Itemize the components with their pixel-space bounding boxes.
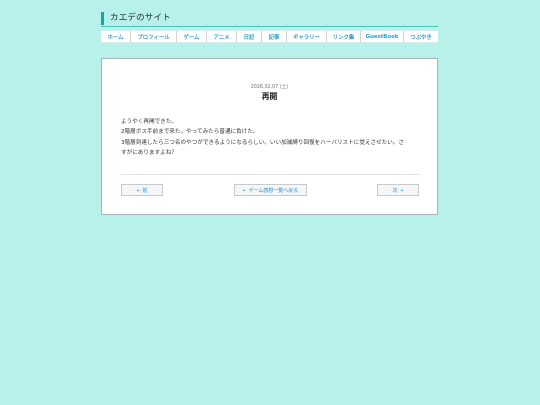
post-body-line: すがにありますよね？: [121, 150, 177, 156]
nav-item-links[interactable]: リンク集: [327, 31, 361, 42]
nav-item-tweets[interactable]: つぶやき: [404, 31, 438, 42]
nav-item-game[interactable]: ゲーム: [177, 31, 207, 42]
site-header: カエデのサイト: [101, 12, 438, 27]
main-nav: ホーム プロフィール ゲーム アニメ 日記 記事 ギャラリー リンク集 Gues…: [101, 30, 438, 43]
post-body-line: ようやく再開できた。: [121, 119, 177, 125]
nav-item-home[interactable]: ホーム: [101, 31, 131, 42]
nav-item-diary[interactable]: 日記: [237, 31, 262, 42]
title-accent-bar: [101, 12, 104, 25]
post-title: 再開: [261, 92, 278, 101]
post-card: 2026.02.07 (土) 再開 ようやく再開できた。 2階層ボス手前まで来た…: [101, 58, 438, 215]
nav-item-gallery[interactable]: ギャラリー: [287, 31, 327, 42]
nav-item-articles[interactable]: 記事: [262, 31, 287, 42]
nav-item-profile[interactable]: プロフィール: [131, 31, 177, 42]
next-post-button[interactable]: 次 →: [377, 184, 419, 196]
pager-divider: [121, 174, 420, 175]
post-body-line: 2階層ボス手前まで来た。やってみたら普通に負けた。: [121, 129, 259, 135]
post-body-line: 3階層到達したら三つ名のやつができるようになるらしい。いい加減縛り回復をハーバリ…: [121, 140, 405, 146]
back-to-list-button[interactable]: ← ゲーム感想一覧へ戻る: [234, 184, 307, 196]
post-date: 2026.02.07 (土): [250, 85, 289, 90]
nav-item-anime[interactable]: アニメ: [207, 31, 237, 42]
site-title[interactable]: カエデのサイト: [110, 13, 171, 24]
prev-post-button[interactable]: ← 前: [121, 184, 163, 196]
nav-item-guestbook[interactable]: GuestBook: [361, 31, 404, 42]
